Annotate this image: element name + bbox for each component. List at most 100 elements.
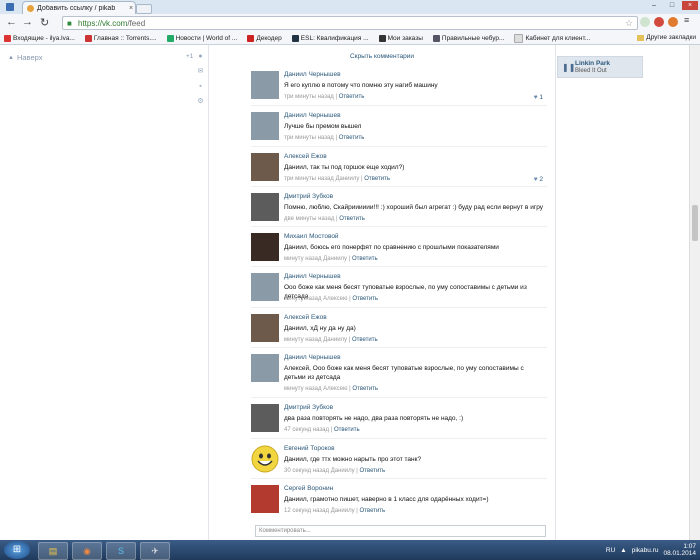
comment-author[interactable]: Дмитрий Зубков (284, 404, 333, 411)
tab-active[interactable]: Добавить ссылку / pikab × (22, 1, 136, 15)
other-bookmarks[interactable]: Другие закладки (637, 34, 696, 41)
bookmark-item[interactable]: Новости | World of ... (166, 34, 237, 42)
avatar[interactable] (251, 153, 279, 181)
clock[interactable]: 1:07 08.01.2014 (663, 543, 696, 557)
extension-icon-3[interactable] (668, 17, 678, 27)
reply-to[interactable]: Алексею (323, 296, 347, 302)
reply-link[interactable]: Ответить (352, 256, 378, 262)
reply-link[interactable]: Ответить (339, 135, 365, 141)
likes[interactable]: ♥ 2 (534, 176, 543, 183)
reply-link[interactable]: Ответить (352, 337, 378, 343)
avatar[interactable] (251, 445, 279, 473)
lock-icon: ■ (67, 18, 72, 28)
explorer-icon[interactable]: ▤ (38, 542, 68, 560)
feed-column: Скрыть комментарии Даниил Чернышев Я его… (208, 45, 556, 540)
address-bar[interactable]: ■ https://vk.com/feed ☆ (62, 16, 638, 30)
avatar[interactable] (251, 71, 279, 99)
comment-author[interactable]: Дмитрий Зубков (284, 193, 333, 200)
audio-player[interactable]: ❚❚ Linkin Park Bleed It Out (557, 56, 643, 78)
likes[interactable]: ♥ 1 (534, 94, 543, 101)
comment-text: Даниил, грамотно пишет, наверно в 1 клас… (284, 496, 489, 503)
comment-author[interactable]: Михаил Мостовой (284, 233, 339, 240)
avatar[interactable] (251, 404, 279, 432)
bookmark-item[interactable]: ESL: Квалификация ... (291, 34, 369, 42)
chrome-icon[interactable]: ◉ (72, 542, 102, 560)
skype-icon[interactable]: S (106, 542, 136, 560)
comment-author[interactable]: Сергей Воронин (284, 485, 333, 492)
comment-author[interactable]: Евгений Тороков (284, 445, 335, 452)
comment-author[interactable]: Даниил Чернышев (284, 71, 341, 78)
reply-to[interactable]: Даниилу (331, 508, 355, 514)
avatar[interactable] (251, 193, 279, 221)
browser-menu-lines-icon[interactable]: ≡ (684, 15, 689, 25)
comment-input[interactable]: Комментировать... (255, 525, 546, 537)
reply-to[interactable]: Даниилу (323, 337, 347, 343)
bookmark-item[interactable]: Кабинет для клиент... (514, 33, 590, 43)
reply-link[interactable]: Ответить (360, 468, 386, 474)
comment-author[interactable]: Даниил Чернышев (284, 273, 341, 280)
tray-arrow-icon[interactable]: ▲ (620, 547, 626, 554)
bookmark-item[interactable]: Правильные чебур... (432, 34, 504, 42)
scrollbar-thumb[interactable] (692, 205, 698, 241)
reply-to[interactable]: Алексею (323, 386, 347, 392)
avatar[interactable] (251, 485, 279, 513)
avatar[interactable] (251, 112, 279, 140)
avatar[interactable] (251, 233, 279, 261)
start-button[interactable]: ⊞ (4, 541, 30, 559)
comment-author[interactable]: Алексей Ежов (284, 153, 327, 160)
bookmark-label: Декодер (256, 34, 282, 42)
reply-to[interactable]: Даниилу (323, 256, 347, 262)
reply-link[interactable]: Ответить (352, 386, 378, 392)
player-artist[interactable]: Linkin Park (575, 60, 610, 67)
chat-icon[interactable]: ▪ (197, 83, 204, 90)
reply-to[interactable]: Даниилу (335, 176, 359, 182)
comment-meta: минуту назад Даниилу | Ответить (284, 337, 378, 343)
bookmark-item[interactable]: Мои заказы (378, 34, 423, 42)
tab-close-icon[interactable]: × (127, 5, 135, 12)
reload-icon[interactable]: ↻ (40, 16, 49, 29)
avatar[interactable] (251, 273, 279, 301)
bookmark-star-icon[interactable]: ☆ (625, 18, 633, 29)
forward-arrow-icon[interactable]: → (22, 16, 33, 28)
browser-menu-icon[interactable] (6, 3, 14, 11)
heart-icon: ♥ (533, 176, 538, 183)
app-icon[interactable]: ✈ (140, 542, 170, 560)
reply-link[interactable]: Ответить (360, 508, 386, 514)
bookmark-item[interactable]: Главная :: Torrents.... (84, 34, 157, 42)
comment-author[interactable]: Алексей Ежов (284, 314, 327, 321)
reply-link[interactable]: Ответить (339, 94, 365, 100)
comment-meta: две минуты назад | Ответить (284, 216, 365, 222)
comment-meta: три минуты назад Даниилу | Ответить (284, 176, 390, 182)
scroll-to-top[interactable]: ▲ Наверх (8, 53, 42, 62)
new-tab-button[interactable] (136, 4, 152, 14)
close-window-icon[interactable]: × (682, 1, 698, 10)
pikabu-favicon-icon (27, 5, 34, 12)
language-indicator[interactable]: RU (606, 547, 615, 554)
reply-link[interactable]: Ответить (334, 427, 360, 433)
comment-time: 30 секунд назад (284, 468, 330, 474)
avatar[interactable] (251, 354, 279, 382)
user-icon[interactable]: ● (197, 53, 204, 60)
bookmark-item[interactable]: Декодер (247, 34, 282, 42)
reply-link[interactable]: Ответить (352, 296, 378, 302)
back-arrow-icon[interactable]: ← (6, 16, 17, 28)
bookmark-item[interactable]: Входящие - ilya.lva... (4, 34, 75, 42)
pause-icon[interactable]: ❚❚ (562, 63, 575, 72)
page-scrollbar[interactable] (689, 45, 700, 540)
mail-icon[interactable]: ✉ (197, 68, 204, 75)
extension-icon-2[interactable] (654, 17, 664, 27)
reply-to[interactable]: Даниилу (331, 468, 355, 474)
avatar[interactable] (251, 314, 279, 342)
settings-icon[interactable]: ⚙ (197, 98, 204, 105)
minimize-icon[interactable]: – (646, 1, 662, 10)
reply-link[interactable]: Ответить (364, 176, 390, 182)
browser-toolbar: ← → ↻ ■ https://vk.com/feed ☆ ≡ (0, 14, 700, 33)
reply-link[interactable]: Ответить (339, 216, 365, 222)
comment-author[interactable]: Даниил Чернышев (284, 112, 341, 119)
comment-text: Даниил, где ттх можно нарыть про этот та… (284, 456, 422, 463)
hide-comments-link[interactable]: Скрыть комментарии (209, 53, 555, 60)
extension-icon-1[interactable] (640, 17, 650, 27)
comment-author[interactable]: Даниил Чернышев (284, 354, 341, 361)
maximize-icon[interactable]: □ (664, 1, 680, 10)
comment-meta: 30 секунд назад Даниилу | Ответить (284, 468, 386, 474)
